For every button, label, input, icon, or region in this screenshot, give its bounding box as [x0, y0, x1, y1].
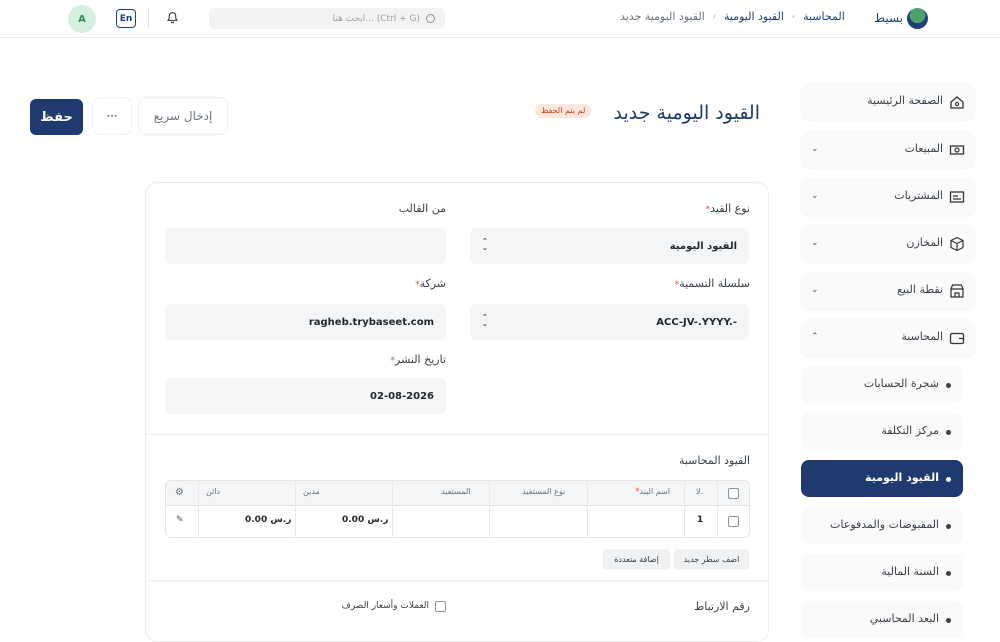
col-header-party-type: نوع المستفيد [522, 487, 566, 496]
chevron-down-icon[interactable]: ⌄ [811, 144, 819, 154]
select-all-checkbox[interactable] [728, 488, 739, 499]
reference-number-label: رقم الارتباط [694, 600, 750, 613]
sidebar-subitem-chart-of-accounts[interactable]: شجرة الحسابات [801, 366, 963, 403]
bullet-icon [946, 430, 951, 435]
entry-type-label: *نوع القيد [705, 202, 750, 215]
breadcrumb: المحاسبة ‹ القيود اليومية ‹ القيود اليوم… [620, 10, 845, 23]
sidebar-item-label: المحاسبة [901, 330, 943, 343]
sidebar-subitem-journal-entries[interactable]: القيود اليومية [801, 460, 963, 497]
sidebar-item-label: المبيعات [904, 142, 943, 155]
add-multiple-button[interactable]: إضافة متعددة [603, 549, 670, 570]
bullet-icon [946, 571, 951, 576]
multi-currency-label: العملات وأسعار الصرف [341, 601, 429, 611]
chevron-down-icon[interactable]: ⌄ [811, 238, 819, 248]
section-divider [146, 434, 768, 435]
search-placeholder: ابحث هنا... (Ctrl + G) [332, 13, 420, 24]
sidebar-subitem-fiscal-year[interactable]: السنة المالية [801, 554, 963, 591]
more-options-button[interactable]: ··· [92, 97, 132, 135]
breadcrumb-current: القيود اليومية جديد [620, 10, 705, 23]
entry-type-select[interactable]: ⌃ ⌄ القيود اليومية [470, 228, 749, 264]
sidebar-subitem-payments[interactable]: المقبوضات والمدفوعات [801, 507, 963, 544]
sidebar-item-home[interactable]: الصفحة الرئيسية [801, 83, 975, 120]
section-divider [146, 580, 768, 581]
chevron-down-icon[interactable]: ⌄ [811, 191, 819, 201]
sidebar-subitem-label: شجرة الحسابات [863, 377, 939, 390]
col-header-no: لا. [696, 487, 704, 496]
bullet-icon [946, 618, 951, 623]
accounts-table: لا. *اسم البند نوع المستفيد المستفيد مدي… [165, 480, 750, 538]
multi-currency-checkbox[interactable] [435, 600, 446, 612]
receipt-icon [949, 191, 965, 203]
sidebar-subitem-label: مركز التكلفة [881, 424, 939, 437]
sidebar-subitem-label: القيود اليومية [865, 471, 939, 484]
sidebar-item-label: نقطة البيع [897, 283, 943, 296]
accounts-section-title: القيود المحاسبة [678, 454, 750, 467]
sidebar-subitem-label: البعد المحاسبي [869, 612, 939, 625]
sidebar-item-pos[interactable]: نقطة البيع ⌄ [801, 272, 975, 309]
store-icon [950, 284, 964, 298]
bell-icon[interactable] [166, 11, 179, 24]
sidebar-subitem-accounting-dimension[interactable]: البعد المحاسبي [801, 601, 963, 638]
chevron-down-icon[interactable]: ⌄ [811, 285, 819, 295]
save-button[interactable]: حفظ [30, 99, 83, 135]
add-row-button[interactable]: اضف سطر جديد [674, 549, 749, 570]
naming-series-select[interactable]: ⌃ ⌄ ACC-JV-.YYYY.- [470, 304, 749, 340]
bullet-icon [946, 477, 951, 482]
row-no: 1 [697, 515, 704, 525]
sidebar-subitem-label: السنة المالية [881, 565, 939, 578]
row-checkbox[interactable] [728, 516, 739, 527]
sidebar-item-label: المشتريات [894, 189, 943, 202]
language-toggle-button[interactable]: En [116, 9, 136, 28]
cash-icon [949, 145, 965, 155]
top-bar: بسيط المحاسبة ‹ القيود اليومية ‹ القيود … [0, 0, 1000, 38]
select-arrows-icon: ⌃ ⌄ [482, 313, 488, 328]
posting-date-field[interactable]: 02-08-2026 [165, 378, 446, 414]
col-header-account: *اسم البند [635, 487, 670, 497]
sidebar-item-label: الصفحة الرئيسية [867, 94, 943, 107]
edit-pencil-icon[interactable]: ✎ [176, 515, 184, 525]
bullet-icon [946, 524, 951, 529]
sidebar-item-label: المخازن [906, 236, 943, 249]
brand-logo[interactable]: بسيط [874, 7, 929, 29]
search-icon [426, 14, 435, 23]
row-debit-cell[interactable]: ر.س 0.00 [342, 515, 388, 525]
row-credit-cell[interactable]: ر.س 0.00 [245, 515, 291, 525]
breadcrumb-separator-icon: ‹ [791, 12, 796, 21]
col-header-debit: مدين [303, 487, 320, 496]
sidebar-subitem-cost-center[interactable]: مركز التكلفة [801, 413, 963, 450]
brand-name: بسيط [874, 11, 904, 25]
sidebar-item-warehouses[interactable]: المخازن ⌄ [801, 225, 975, 262]
avatar[interactable]: A [68, 5, 96, 33]
naming-series-label: *سلسلة التسمية [674, 277, 750, 290]
box-icon [950, 236, 964, 252]
company-label: *شركة [415, 277, 446, 290]
company-field[interactable]: ragheb.trybaseet.com [165, 304, 446, 340]
posting-date-label: *تاريخ النشر [390, 353, 447, 366]
breadcrumb-accounting[interactable]: المحاسبة [803, 10, 845, 23]
quick-entry-button[interactable]: إدخال سريع [138, 97, 228, 135]
sidebar-item-sales[interactable]: المبيعات ⌄ [801, 131, 975, 168]
sidebar-item-accounting[interactable]: المحاسبة ⌃ [801, 319, 975, 356]
chevron-up-icon[interactable]: ⌃ [811, 332, 819, 342]
bullet-icon [946, 383, 951, 388]
settings-gear-icon[interactable]: ⚙ [175, 487, 184, 498]
wallet-icon [949, 332, 965, 345]
journal-entry-form: *نوع القيد ⌃ ⌄ القيود اليومية من القالب *… [145, 182, 769, 642]
select-arrows-icon: ⌃ ⌄ [482, 237, 488, 252]
sidebar-item-purchases[interactable]: المشتريات ⌄ [801, 178, 975, 215]
template-field[interactable] [165, 228, 446, 264]
divider [148, 9, 149, 28]
sidebar-subitem-label: المقبوضات والمدفوعات [830, 518, 939, 531]
col-header-party: المستفيد [441, 487, 471, 496]
breadcrumb-journal-entries[interactable]: القيود اليومية [724, 10, 784, 23]
search-input[interactable]: ابحث هنا... (Ctrl + G) [209, 8, 445, 29]
status-badge: لم يتم الحفظ [535, 104, 592, 118]
page-title: القيود اليومية جديد [613, 102, 760, 124]
multi-currency-option[interactable]: العملات وأسعار الصرف [296, 599, 446, 613]
logo-icon [907, 7, 929, 29]
template-label: من القالب [398, 202, 446, 215]
col-header-credit: دائن [206, 487, 221, 496]
home-icon [950, 96, 964, 109]
breadcrumb-separator-icon: ‹ [712, 12, 716, 21]
